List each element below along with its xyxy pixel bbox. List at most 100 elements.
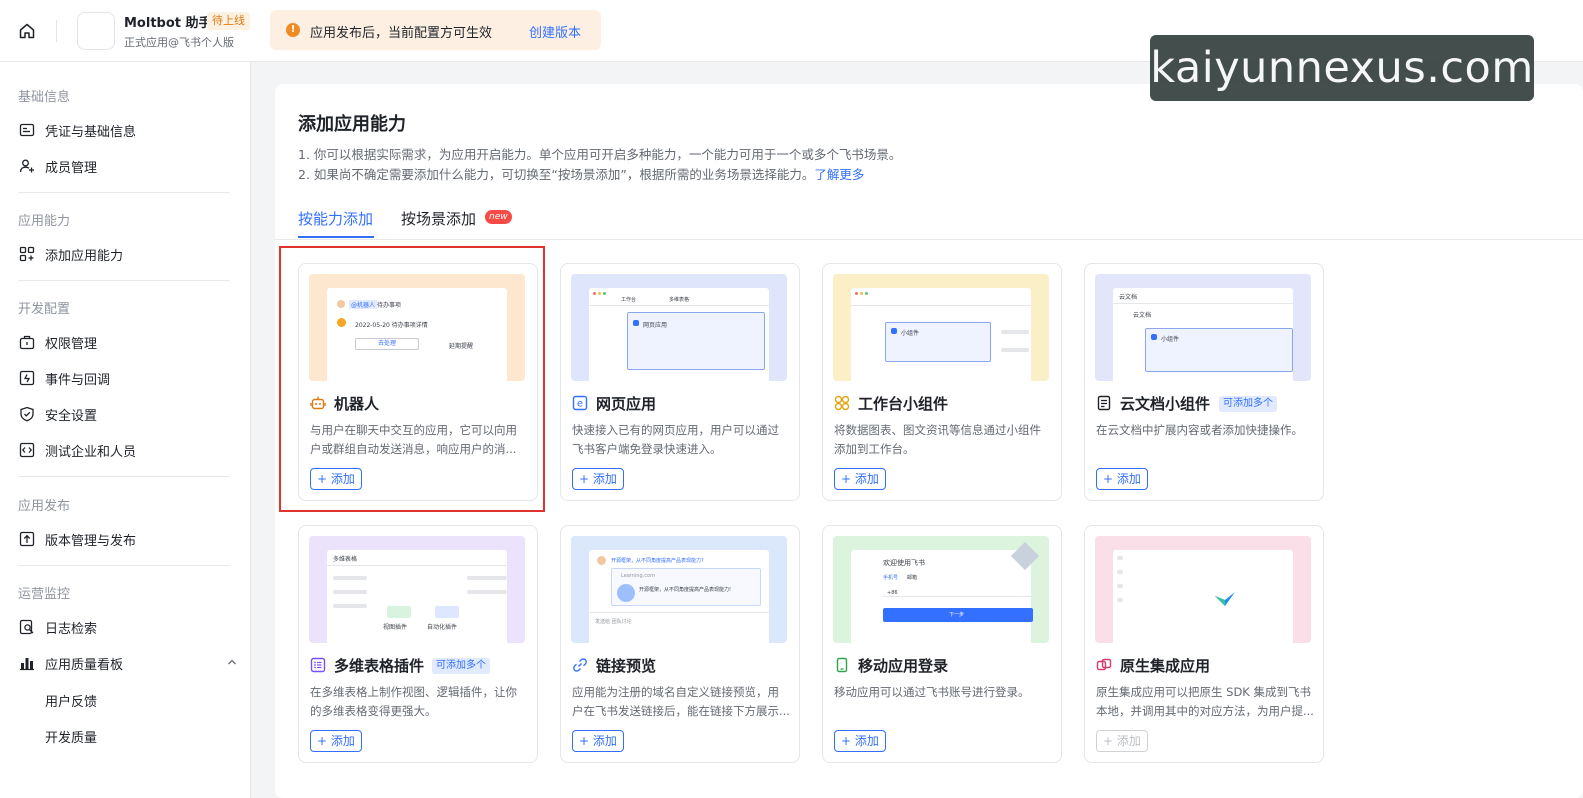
warning-icon: ! <box>286 23 300 37</box>
avatar <box>597 556 606 565</box>
app-subtitle: 正式应用@飞书个人版 <box>124 36 234 49</box>
mini-label: 视图插件 <box>383 624 408 631</box>
sidebar-item-events[interactable]: 事件与回调 <box>10 362 240 394</box>
placeholder-line <box>333 576 367 580</box>
card-description: 将数据图表、图文资讯等信息通过小组件添加到工作台。 <box>834 423 1041 456</box>
sidebar-item-label: 版本管理与发布 <box>45 533 137 549</box>
divider <box>1113 303 1293 304</box>
chevron-up-icon[interactable] <box>226 656 238 672</box>
window-dot <box>593 292 596 295</box>
add-button[interactable]: + 添加 <box>572 730 624 752</box>
sidebar-item-label: 应用质量看板 <box>45 657 124 673</box>
tab-by-capability[interactable]: 按能力添加 <box>298 208 373 229</box>
sidebar-item-test-org[interactable]: 测试企业和人员 <box>10 434 240 466</box>
multi-badge: 可添加多个 <box>1219 396 1277 412</box>
sidebar-item-versions[interactable]: 版本管理与发布 <box>10 523 240 555</box>
card-preview-image: 工作台 多维表格 网页应用 <box>571 274 787 381</box>
card-preview-image: 云文档 云文档 小组件 <box>1095 274 1311 381</box>
mini-tab: 邮箱 <box>907 575 918 581</box>
sidebar: 基础信息 凭证与基础信息 成员管理 应用能力 添加应用能力 开发配置 权限管理 … <box>0 62 251 798</box>
status-badge: 待上线 <box>207 12 250 30</box>
card-description: 应用能为注册的域名自定义链接预览，用户在飞书发送链接后，能在链接下方展示... <box>572 685 790 718</box>
divider <box>18 280 230 281</box>
sidebar-item-quality-dashboard[interactable]: 应用质量看板 <box>10 647 240 679</box>
card-title: 多维表格插件 <box>334 657 425 675</box>
window-dot <box>860 292 863 295</box>
card-preview-image: 多维表格 视图插件 自动化插件 <box>309 536 525 643</box>
add-button[interactable]: + 添加 <box>834 730 886 752</box>
placeholder-line <box>467 590 507 594</box>
card-title: 原生集成应用 <box>1120 657 1211 675</box>
mini-input: 发送给 团队讨论 <box>595 619 632 625</box>
placeholder-line <box>1001 330 1029 334</box>
briefcase-icon <box>18 333 36 351</box>
card-description: 快速接入已有的网页应用，用户可以通过飞书客户端免登录快速进入。 <box>572 423 779 456</box>
add-button[interactable]: + 添加 <box>1096 468 1148 490</box>
create-version-link[interactable]: 创建版本 <box>529 22 581 41</box>
new-badge: new <box>485 210 512 224</box>
capability-card-web-app[interactable]: 工作台 多维表格 网页应用 e 网页应用 快速接入已有的网页应用，用户可以通过飞… <box>560 263 800 501</box>
sidebar-item-label: 凭证与基础信息 <box>45 124 137 140</box>
tab-by-scenario[interactable]: 按场景添加 <box>401 208 476 229</box>
sidebar-subitem-feedback[interactable]: 用户反馈 <box>45 691 97 710</box>
divider <box>851 305 1031 306</box>
view-plugin-icon <box>387 606 411 618</box>
add-button[interactable]: + 添加 <box>834 468 886 490</box>
placeholder-line <box>333 604 367 608</box>
sidebar-item-permissions[interactable]: 权限管理 <box>10 326 240 358</box>
divider <box>18 565 230 566</box>
sidebar-section-ops: 运营监控 <box>18 587 71 602</box>
window-dot <box>603 292 606 295</box>
description-text: 2. 如果尚不确定需要添加什么能力，可切换至“按场景添加”，根据所需的业务场景选… <box>298 167 815 182</box>
code-icon <box>18 441 36 459</box>
sidebar-item-label: 添加应用能力 <box>45 248 124 264</box>
app-name: Moltbot 助手 <box>124 16 212 31</box>
card-title: 工作台小组件 <box>858 395 949 413</box>
divider <box>883 596 1033 597</box>
divider <box>56 20 57 42</box>
placeholder-line <box>1001 348 1029 352</box>
sidebar-item-label: 安全设置 <box>45 408 98 424</box>
id-card-icon <box>18 121 36 139</box>
mini-preview-text: 开源框架，从不同角度提高产品表现能力! <box>639 587 732 593</box>
placeholder-line <box>333 590 367 594</box>
description-line-2: 2. 如果尚不确定需要添加什么能力，可切换至“按场景添加”，根据所需的业务场景选… <box>298 164 864 183</box>
add-button[interactable]: + 添加 <box>310 730 362 752</box>
placeholder-line <box>1117 598 1123 602</box>
sidebar-item-security[interactable]: 安全设置 <box>10 398 240 430</box>
mini-doc-title: 云文档 <box>1133 312 1152 319</box>
doc-widget-icon <box>1096 395 1112 411</box>
qr-corner-icon <box>1010 541 1040 571</box>
sidebar-item-members[interactable]: 成员管理 <box>10 150 240 182</box>
mini-tab: 手机号 <box>883 575 899 581</box>
learn-more-link[interactable]: 了解更多 <box>814 167 864 182</box>
divider <box>589 612 769 613</box>
bitable-plugin-icon <box>310 657 326 673</box>
add-button: + 添加 <box>1096 730 1148 752</box>
card-preview-image: 小组件 <box>833 274 1049 381</box>
capability-card-workbench-widget[interactable]: 小组件 工作台小组件 将数据图表、图文资讯等信息通过小组件添加到工作台。 + 添… <box>822 263 1062 501</box>
description-line-1: 1. 你可以根据实际需求，为应用开启能力。单个应用可开启多种能力，一个能力可用于… <box>298 147 902 162</box>
capability-card-mobile-login[interactable]: 欢迎使用飞书 手机号 邮箱 +86 下一步 移动应用登录 移动应用可以通过飞书账… <box>822 525 1062 763</box>
mini-label: 小组件 <box>1161 336 1180 343</box>
shield-icon <box>18 405 36 423</box>
home-icon[interactable] <box>14 18 40 44</box>
page-title: 添加应用能力 <box>298 114 406 135</box>
capability-card-native-integration[interactable]: 原生集成应用 原生集成应用可以把原生 SDK 集成到飞书本地，并调用其中的对应方… <box>1084 525 1324 763</box>
sidebar-item-credentials[interactable]: 凭证与基础信息 <box>10 114 240 146</box>
sidebar-subitem-dev-quality[interactable]: 开发质量 <box>45 727 97 746</box>
native-icon <box>1096 657 1112 673</box>
capability-card-doc-widget[interactable]: 云文档 云文档 小组件 云文档小组件 可添加多个 在云文档中扩展内容或者添加快捷… <box>1084 263 1324 501</box>
sidebar-item-logs[interactable]: 日志检索 <box>10 611 240 643</box>
event-icon <box>18 369 36 387</box>
link-icon <box>572 657 588 673</box>
sidebar-item-add-capability[interactable]: 添加应用能力 <box>10 238 240 270</box>
apps-add-icon <box>18 245 36 263</box>
sidebar-section-dev: 开发配置 <box>18 302 71 317</box>
web-app-icon: e <box>572 395 588 411</box>
mini-label: 自动化插件 <box>427 624 458 631</box>
capability-card-bitable-plugin[interactable]: 多维表格 视图插件 自动化插件 多维表格插件 可添加多个 在多维表格上制作视图、… <box>298 525 538 763</box>
add-button[interactable]: + 添加 <box>572 468 624 490</box>
publish-notice: ! 应用发布后，当前配置方可生效 创建版本 <box>270 10 601 50</box>
capability-card-link-preview[interactable]: 开源框架，从不同角度提高产品表现能力? Learning.com 开源框架，从不… <box>560 525 800 763</box>
